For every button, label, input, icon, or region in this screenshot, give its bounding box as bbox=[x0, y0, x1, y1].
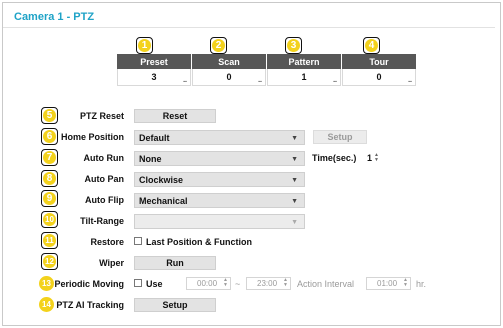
chevron-down-icon: ▼ bbox=[291, 219, 298, 226]
callout-badge-1: 1 bbox=[136, 37, 153, 54]
end-time-field[interactable]: 23:00 ▲ ▼ bbox=[246, 277, 291, 290]
column-header-tour: Tour bbox=[342, 54, 416, 69]
chevron-down-icon: ▼ bbox=[291, 198, 298, 205]
callout-badge-12: 12 bbox=[41, 253, 58, 270]
chevron-down-icon: ▼ bbox=[291, 177, 298, 184]
callout-badge-11: 11 bbox=[41, 232, 58, 249]
time-range-separator: ~ bbox=[235, 279, 241, 289]
title-divider bbox=[3, 27, 495, 28]
spinner-arrows-icon[interactable]: ▲ ▼ bbox=[374, 152, 379, 163]
action-interval-label: Action Interval bbox=[297, 279, 355, 289]
tilt-range-label: Tilt-Range bbox=[80, 216, 124, 226]
tilt-range-select[interactable]: ▼ bbox=[134, 214, 305, 229]
tour-count-cell[interactable]: 0.. bbox=[342, 69, 416, 86]
scan-count-cell[interactable]: 0.. bbox=[192, 69, 266, 86]
start-time-field[interactable]: 00:00 ▲ ▼ bbox=[186, 277, 231, 290]
callout-badge-13: 13 bbox=[39, 276, 54, 291]
auto-flip-label: Auto Flip bbox=[85, 195, 124, 205]
callout-badge-4: 4 bbox=[363, 37, 380, 54]
column-header-preset: Preset bbox=[117, 54, 191, 69]
restore-checkbox[interactable] bbox=[134, 237, 142, 245]
page-title: Camera 1 - PTZ bbox=[14, 11, 95, 23]
callout-badge-9: 9 bbox=[41, 190, 58, 207]
ptz-ai-tracking-label: PTZ AI Tracking bbox=[56, 300, 124, 310]
wiper-run-button[interactable]: Run bbox=[134, 256, 216, 270]
column-header-pattern: Pattern bbox=[267, 54, 341, 69]
callout-badge-10: 10 bbox=[41, 211, 58, 228]
time-sec-stepper[interactable]: 1 ▲ ▼ bbox=[367, 151, 379, 164]
periodic-moving-use-label: Use bbox=[146, 279, 163, 289]
auto-pan-select[interactable]: Clockwise ▼ bbox=[134, 172, 305, 187]
action-interval-field[interactable]: 01:00 ▲ ▼ bbox=[366, 277, 411, 290]
preset-count-cell[interactable]: 3.. bbox=[117, 69, 191, 86]
home-position-label: Home Position bbox=[60, 132, 124, 142]
auto-run-select[interactable]: None ▼ bbox=[134, 151, 305, 166]
chevron-down-icon: ▼ bbox=[291, 135, 298, 142]
callout-badge-7: 7 bbox=[41, 149, 58, 166]
time-sec-label: Time(sec.) bbox=[312, 153, 357, 163]
auto-run-label: Auto Run bbox=[83, 153, 125, 163]
callout-badge-14: 14 bbox=[39, 297, 54, 312]
restore-option-label: Last Position & Function bbox=[146, 237, 252, 247]
spinner-arrows-icon[interactable]: ▲ ▼ bbox=[223, 278, 228, 288]
callout-badge-3: 3 bbox=[285, 37, 302, 54]
more-icon[interactable]: .. bbox=[333, 77, 337, 84]
periodic-moving-use-checkbox[interactable] bbox=[134, 279, 142, 287]
ptz-reset-button[interactable]: Reset bbox=[134, 109, 216, 123]
auto-flip-select[interactable]: Mechanical ▼ bbox=[134, 193, 305, 208]
ptz-reset-label: PTZ Reset bbox=[79, 111, 124, 121]
periodic-moving-label: Periodic Moving bbox=[54, 279, 124, 289]
callout-badge-8: 8 bbox=[41, 170, 58, 187]
column-header-scan: Scan bbox=[192, 54, 266, 69]
more-icon[interactable]: .. bbox=[258, 77, 262, 84]
spinner-arrows-icon[interactable]: ▲ ▼ bbox=[403, 278, 408, 288]
chevron-down-icon: ▼ bbox=[291, 156, 298, 163]
spinner-arrows-icon[interactable]: ▲ ▼ bbox=[283, 278, 288, 288]
ptz-ai-tracking-setup-button[interactable]: Setup bbox=[134, 298, 216, 312]
callout-badge-5: 5 bbox=[41, 107, 58, 124]
wiper-label: Wiper bbox=[99, 258, 124, 268]
auto-pan-label: Auto Pan bbox=[84, 174, 125, 184]
pattern-count-cell[interactable]: 1.. bbox=[267, 69, 341, 86]
home-position-setup-button[interactable]: Setup bbox=[313, 130, 367, 144]
more-icon[interactable]: .. bbox=[183, 77, 187, 84]
restore-label: Restore bbox=[90, 237, 124, 247]
callout-badge-2: 2 bbox=[210, 37, 227, 54]
more-icon[interactable]: .. bbox=[408, 77, 412, 84]
home-position-select[interactable]: Default ▼ bbox=[134, 130, 305, 145]
interval-unit-label: hr. bbox=[416, 279, 427, 289]
